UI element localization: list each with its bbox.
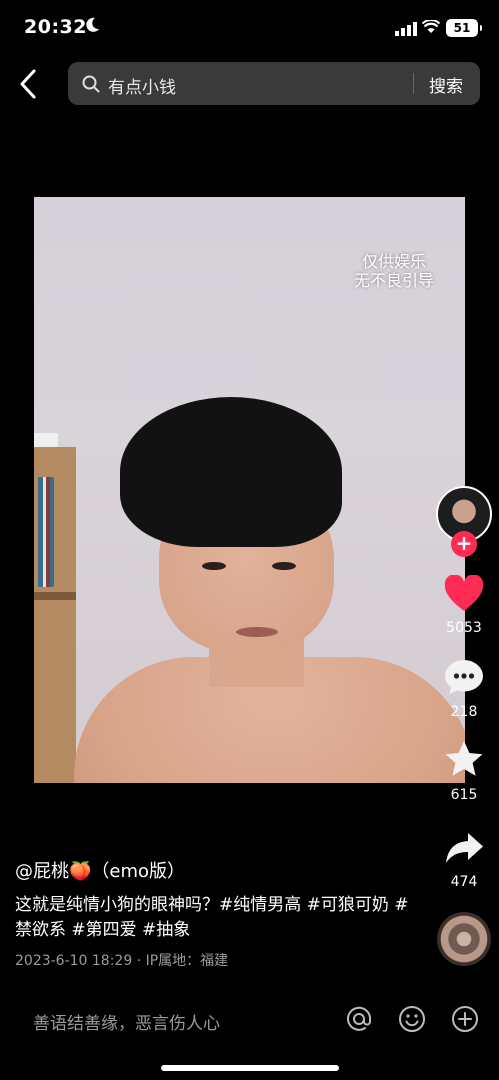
battery-indicator: 51 [446, 19, 482, 37]
back-icon[interactable] [14, 66, 44, 102]
at-mention-icon[interactable] [344, 1004, 374, 1034]
share-count: 474 [450, 874, 478, 890]
music-disc-icon[interactable] [437, 912, 491, 966]
search-icon [82, 75, 100, 93]
favorite-count: 615 [450, 787, 478, 803]
post-meta: 2023-6-10 18:29 · IP属地：福建 [15, 953, 229, 969]
status-time: 20:32 [24, 16, 87, 38]
search-divider [413, 73, 414, 94]
comment-icon[interactable] [444, 658, 484, 696]
search-button[interactable]: 搜索 [429, 72, 463, 97]
home-indicator[interactable] [161, 1065, 339, 1071]
post-description: 这就是纯情小狗的眼神吗？#纯情男高 #可狼可奶 #禁欲系 #第四爱 #抽象 [15, 895, 409, 940]
disclaimer-line-1: 仅供娱乐 [361, 252, 426, 271]
person-eye-right [272, 562, 296, 570]
search-input[interactable]: 有点小钱 [108, 73, 176, 98]
signal-icon [395, 22, 417, 36]
video-disclaimer: 仅供娱乐 无不良引导 [334, 252, 454, 290]
search-bar[interactable]: 有点小钱 搜索 [68, 62, 480, 105]
like-count: 5053 [446, 620, 482, 636]
comment-bar[interactable]: 善语结善缘，恶言伤人心 [0, 995, 499, 1043]
author-name[interactable]: @屁桃🍑（emo版） [15, 857, 185, 883]
disclaimer-line-2: 无不良引导 [353, 271, 434, 290]
wifi-icon [422, 20, 440, 33]
bookshelf [34, 447, 76, 783]
share-icon[interactable] [444, 830, 484, 868]
person-eye-left [202, 562, 226, 570]
comment-count: 218 [450, 704, 478, 720]
heart-icon[interactable] [444, 575, 484, 613]
person-hair [120, 397, 342, 547]
follow-button[interactable]: + [451, 531, 477, 557]
moon-icon [86, 17, 99, 32]
video-player[interactable]: 仅供娱乐 无不良引导 [34, 197, 465, 783]
star-icon[interactable] [444, 740, 484, 778]
comment-input[interactable]: 善语结善缘，恶言伤人心 [33, 1009, 220, 1034]
status-bar: 20:32 51 [0, 0, 499, 56]
emoji-icon[interactable] [397, 1004, 427, 1034]
person-mouth [236, 627, 278, 637]
add-icon[interactable] [450, 1004, 480, 1034]
